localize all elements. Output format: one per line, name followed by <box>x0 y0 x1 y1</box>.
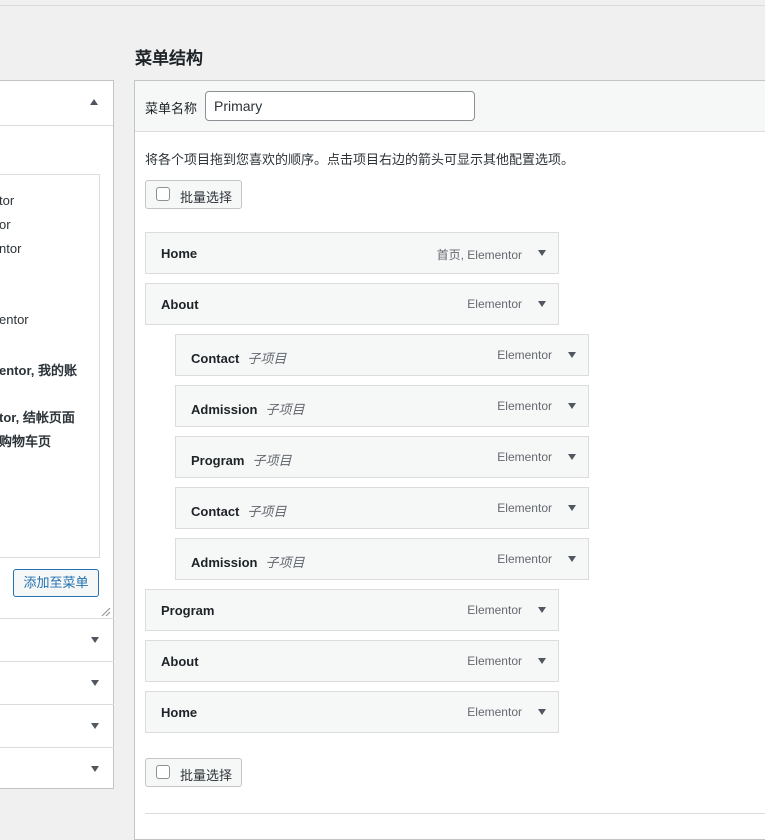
bulk-select-bottom[interactable]: 批量选择 <box>145 758 242 787</box>
page-list-item[interactable]: or <box>0 217 11 232</box>
menu-item-toggle-arrow-icon[interactable] <box>568 505 576 511</box>
bulk-select-top[interactable]: 批量选择 <box>145 180 242 209</box>
menu-item-type: Elementor <box>497 348 552 362</box>
menu-item-type: Elementor <box>467 603 522 617</box>
categories-section-header[interactable] <box>0 704 114 747</box>
menu-item-title: Contact 子项目 <box>191 348 286 367</box>
menu-item[interactable]: Admission 子项目 Elementor <box>175 385 589 427</box>
menu-item[interactable]: Home Elementor <box>145 691 559 733</box>
menu-item-type: Elementor <box>497 450 552 464</box>
page-list-item[interactable]: entor <box>0 312 29 327</box>
menu-item-subitem-label: 子项目 <box>247 351 287 366</box>
page-list-item[interactable]: ntor <box>0 241 21 256</box>
top-divider <box>0 5 765 6</box>
expand-arrow-icon[interactable] <box>91 637 99 643</box>
menu-name-row: 菜单名称 <box>135 81 765 132</box>
collapse-arrow-icon[interactable] <box>90 99 98 105</box>
menu-item-title: Admission 子项目 <box>191 552 304 571</box>
menu-structure-title: 菜单结构 <box>135 49 203 68</box>
menu-item-title: About <box>161 297 199 312</box>
divider <box>145 813 765 814</box>
menu-item-subitem-label: 子项目 <box>265 402 305 417</box>
menu-item-title-text: Admission <box>191 402 258 417</box>
pages-list-box: tor or ntor entor entor, 我的账 tor, 结帐页面 购物车页 <box>0 174 100 558</box>
menu-item-subitem-label: 子项目 <box>265 555 305 570</box>
posts-section-header[interactable] <box>0 618 114 661</box>
bulk-select-checkbox[interactable] <box>156 765 170 779</box>
menu-item-type: Elementor <box>497 552 552 566</box>
page-list-item[interactable]: tor, 结帐页面 <box>0 407 75 426</box>
menu-item-toggle-arrow-icon[interactable] <box>568 352 576 358</box>
menu-item-title: Home <box>161 705 197 720</box>
pages-section-header[interactable] <box>0 81 113 126</box>
menu-item-toggle-arrow-icon[interactable] <box>568 454 576 460</box>
page-list-item[interactable]: tor <box>0 193 14 208</box>
add-to-menu-button[interactable]: 添加至菜单 <box>13 569 99 597</box>
menu-item-type: 首页, Elementor <box>436 248 522 262</box>
menu-item-title-text: Contact <box>191 504 240 519</box>
menu-item-title: Admission 子项目 <box>191 399 304 418</box>
menu-item-toggle-arrow-icon[interactable] <box>538 301 546 307</box>
menu-item-type: Elementor <box>467 705 522 719</box>
bulk-select-label: 批量选择 <box>180 190 233 205</box>
menu-item-title: Program <box>161 603 214 618</box>
menu-item-toggle-arrow-icon[interactable] <box>538 658 546 664</box>
menu-item-type: Elementor <box>467 654 522 668</box>
menu-name-label: 菜单名称 <box>145 101 198 116</box>
bulk-select-checkbox[interactable] <box>156 187 170 201</box>
menu-item-toggle-arrow-icon[interactable] <box>568 556 576 562</box>
menu-name-input[interactable] <box>205 91 475 121</box>
menu-item-toggle-arrow-icon[interactable] <box>568 403 576 409</box>
menu-item-toggle-arrow-icon[interactable] <box>538 607 546 613</box>
menu-item[interactable]: About Elementor <box>145 640 559 682</box>
drag-instructions: 将各个项目拖到您喜欢的顺序。点击项目右边的箭头可显示其他配置选项。 <box>145 152 575 167</box>
menu-item-type: Elementor <box>467 297 522 311</box>
bulk-select-label: 批量选择 <box>180 768 233 783</box>
menu-item-type: Elementor <box>497 399 552 413</box>
menu-item[interactable]: Program 子项目 Elementor <box>175 436 589 478</box>
menu-item-title-text: Contact <box>191 351 240 366</box>
expand-arrow-icon[interactable] <box>91 723 99 729</box>
menu-item-title-text: Admission <box>191 555 258 570</box>
resize-handle-icon[interactable] <box>101 607 111 617</box>
menu-item-title-text: Home <box>161 705 198 720</box>
menu-item-title: Contact 子项目 <box>191 501 286 520</box>
add-menu-items-panel: tor or ntor entor entor, 我的账 tor, 结帐页面 购物车页 添加… <box>0 80 114 789</box>
menu-structure-panel: 菜单名称 将各个项目拖到您喜欢的顺序。点击项目右边的箭头可显示其他配置选项。 批… <box>134 80 765 840</box>
menu-item-title-text: About <box>161 654 199 669</box>
menu-item-title-text: Program <box>191 453 245 468</box>
menu-item-title: Program 子项目 <box>191 450 291 469</box>
menu-item-subitem-label: 子项目 <box>247 504 287 519</box>
menu-item-toggle-arrow-icon[interactable] <box>538 250 546 256</box>
menu-item-title-text: About <box>161 297 199 312</box>
page-list-item[interactable]: 购物车页 <box>0 431 51 450</box>
menu-item-title: About <box>161 654 199 669</box>
page-list-item[interactable]: entor, 我的账 <box>0 360 77 379</box>
menu-item[interactable]: Contact 子项目 Elementor <box>175 487 589 529</box>
menu-item-subitem-label: 子项目 <box>252 453 292 468</box>
custom-links-section-header[interactable] <box>0 661 114 704</box>
menu-item[interactable]: Program Elementor <box>145 589 559 631</box>
menu-item-title: Home <box>161 246 197 261</box>
menu-item-type: Elementor <box>497 501 552 515</box>
expand-arrow-icon[interactable] <box>91 680 99 686</box>
expand-arrow-icon[interactable] <box>91 766 99 772</box>
menu-item-title-text: Program <box>161 603 215 618</box>
menu-item[interactable]: Admission 子项目 Elementor <box>175 538 589 580</box>
menu-item[interactable]: Home 首页, Elementor <box>145 232 559 274</box>
menu-item[interactable]: About Elementor <box>145 283 559 325</box>
menu-item[interactable]: Contact 子项目 Elementor <box>175 334 589 376</box>
menu-item-title-text: Home <box>161 246 198 261</box>
menu-item-toggle-arrow-icon[interactable] <box>538 709 546 715</box>
tags-section-header[interactable] <box>0 747 114 790</box>
